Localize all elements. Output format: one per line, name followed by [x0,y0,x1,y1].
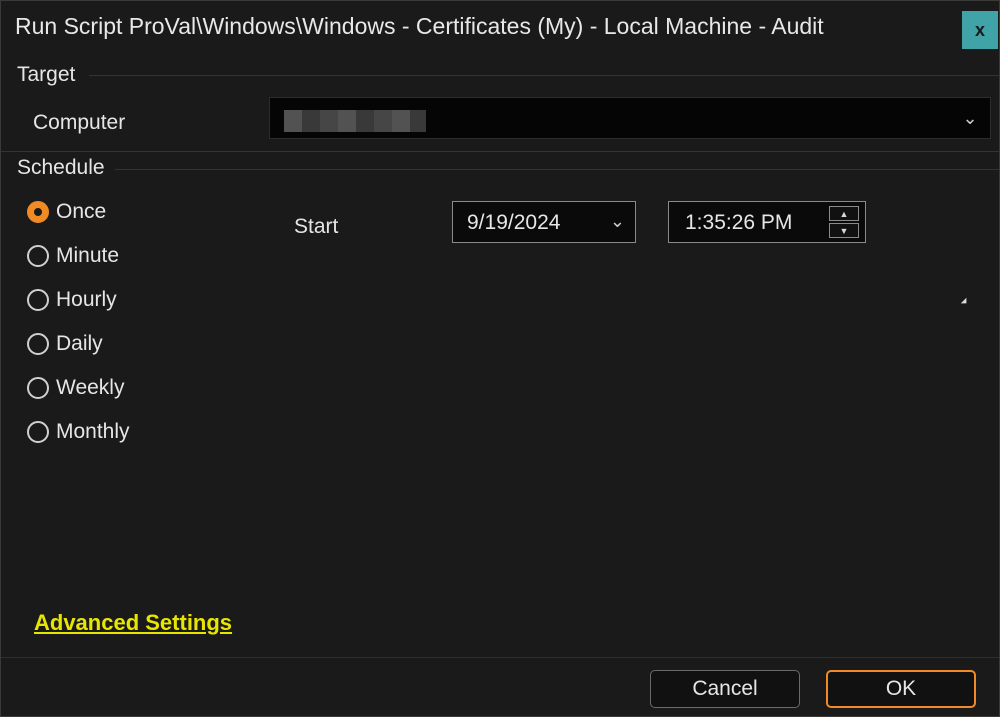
radio-monthly[interactable]: Monthly [27,420,130,444]
footer-divider [1,657,999,658]
start-time-value: 1:35:26 PM [685,211,793,234]
close-button[interactable]: x [962,11,998,49]
chevron-down-icon: ⌄ [609,211,625,231]
radio-weekly-label: Weekly [56,376,125,399]
start-time-input[interactable]: 1:35:26 PM ▲ ▼ [668,201,866,243]
spin-up-arrow-icon[interactable]: ▲ [829,206,859,221]
radio-daily-label: Daily [56,332,103,355]
radio-minute[interactable]: Minute [27,244,119,268]
radio-once[interactable]: Once [27,200,106,224]
computer-dropdown[interactable]: ⌄ [269,97,991,139]
schedule-section-label: Schedule [17,156,105,179]
radio-once-label: Once [56,200,107,223]
radio-monthly-indicator [27,421,49,443]
spin-down-arrow-icon[interactable]: ▼ [829,223,859,238]
radio-weekly-indicator [27,377,49,399]
dialog-window: Run Script ProVal\Windows\Windows - Cert… [0,0,1000,717]
target-divider [89,75,999,76]
start-date-picker[interactable]: 9/19/2024 ⌄ [452,201,636,243]
computer-label: Computer [33,111,126,134]
chevron-down-icon: ⌄ [962,108,978,128]
mouse-cursor-icon [960,297,970,307]
computer-value-redacted [284,110,426,132]
ok-button[interactable]: OK [826,670,976,708]
start-label: Start [294,215,339,238]
radio-hourly[interactable]: Hourly [27,288,117,312]
time-spinner: ▲ ▼ [829,206,859,238]
radio-daily-indicator [27,333,49,355]
radio-daily[interactable]: Daily [27,332,103,356]
target-bottom-divider [1,151,999,152]
schedule-divider [115,169,999,170]
cancel-button[interactable]: Cancel [650,670,800,708]
title-bar: Run Script ProVal\Windows\Windows - Cert… [1,1,999,53]
radio-minute-label: Minute [56,244,120,267]
target-section-label: Target [17,63,76,86]
radio-weekly[interactable]: Weekly [27,376,124,400]
start-date-value: 9/19/2024 [467,211,561,234]
radio-monthly-label: Monthly [56,420,130,443]
radio-once-indicator [27,201,49,223]
radio-hourly-label: Hourly [56,288,117,311]
advanced-settings-link[interactable]: Advanced Settings [34,610,232,636]
radio-minute-indicator [27,245,49,267]
radio-hourly-indicator [27,289,49,311]
window-title: Run Script ProVal\Windows\Windows - Cert… [15,13,824,39]
